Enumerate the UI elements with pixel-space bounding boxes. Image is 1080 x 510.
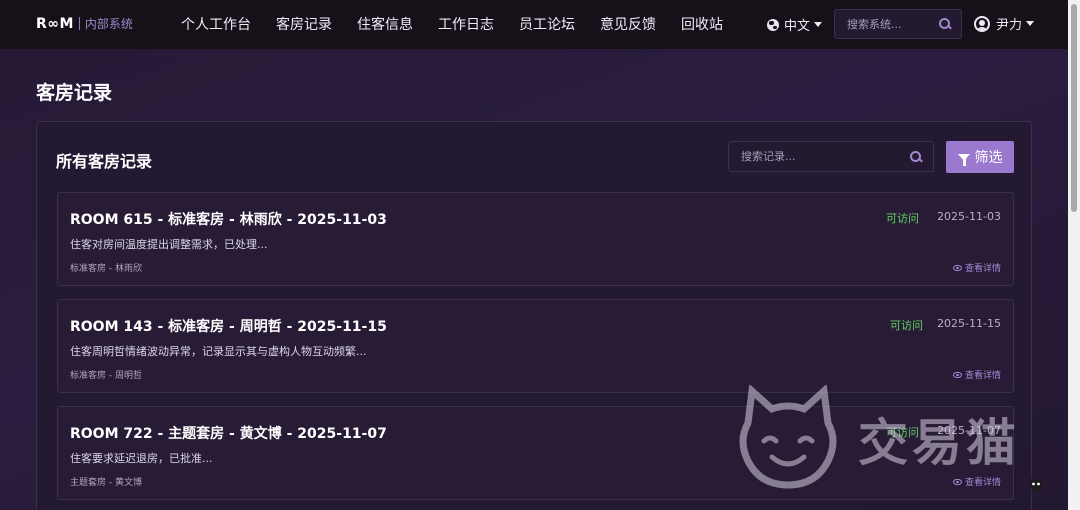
record-date: 2025-11-03 (937, 210, 1001, 223)
chevron-down-icon (1026, 21, 1035, 26)
logo-subtitle: 内部系统 (84, 17, 133, 31)
cat-logo-icon (739, 383, 837, 489)
filter-icon (957, 153, 970, 166)
watermark: 交易猫 (728, 383, 1068, 495)
record-date: 2025-11-15 (937, 317, 1001, 330)
record-title: ROOM 722 - 主题套房 - 黄文博 - 2025-11-07 (70, 426, 387, 442)
language-selector[interactable]: 中文 (767, 15, 823, 34)
watermark-text: 交易猫 (858, 414, 1020, 472)
nav-item-room-records[interactable]: 客房记录 (276, 14, 332, 34)
page-scrollbar[interactable] (1068, 0, 1080, 510)
view-details-link[interactable]: 查看详情 (952, 261, 1001, 274)
logo-mark: R∞M (36, 15, 74, 32)
records-search-input[interactable] (729, 142, 933, 171)
record-title: ROOM 143 - 标准客房 - 周明哲 - 2025-11-15 (70, 319, 387, 335)
language-label: 中文 (784, 19, 811, 34)
system-search (834, 9, 962, 39)
scrollbar-thumb[interactable] (1071, 4, 1077, 212)
record-card[interactable]: ROOM 143 - 标准客房 - 周明哲 - 2025-11-15 可访问 2… (57, 299, 1014, 393)
records-search (728, 141, 934, 172)
record-title: ROOM 615 - 标准客房 - 林雨欣 - 2025-11-03 (70, 212, 387, 228)
user-name: 尹力 (996, 18, 1023, 33)
page-title: 客房记录 (36, 82, 113, 104)
nav-item-work-log[interactable]: 工作日志 (438, 14, 494, 34)
record-meta: 标准客房 - 林雨欣 (70, 264, 142, 274)
record-card[interactable]: ROOM 615 - 标准客房 - 林雨欣 - 2025-11-03 可访问 2… (57, 192, 1014, 286)
nav-item-workspace[interactable]: 个人工作台 (181, 14, 251, 34)
globe-icon (767, 18, 779, 31)
record-meta: 主题套房 - 黄文博 (70, 478, 142, 488)
status-badge: 可访问 (890, 319, 923, 332)
filter-label: 筛选 (974, 150, 1003, 166)
top-navbar: R∞M 内部系统 个人工作台 客房记录 住客信息 工作日志 员工论坛 意见反馈 … (0, 0, 1068, 49)
bug-icon[interactable] (1026, 474, 1046, 494)
main-nav: 个人工作台 客房记录 住客信息 工作日志 员工论坛 意见反馈 回收站 (181, 14, 748, 34)
nav-item-recycle-bin[interactable]: 回收站 (681, 14, 723, 34)
search-icon[interactable] (910, 151, 922, 163)
view-details-label: 查看详情 (964, 371, 1001, 381)
view-details-link[interactable]: 查看详情 (952, 368, 1001, 381)
search-icon[interactable] (939, 18, 951, 30)
nav-item-staff-forum[interactable]: 员工论坛 (519, 14, 575, 34)
nav-item-feedback[interactable]: 意见反馈 (600, 14, 656, 34)
view-details-label: 查看详情 (964, 264, 1001, 274)
record-description: 住客对房间温度提出调整需求，已处理... (70, 238, 268, 251)
eye-icon (952, 371, 962, 378)
status-badge: 可访问 (886, 212, 919, 225)
chevron-down-icon (814, 22, 823, 27)
nav-item-guest-info[interactable]: 住客信息 (357, 14, 413, 34)
record-description: 住客要求延迟退房，已批准... (70, 452, 213, 465)
eye-icon (952, 264, 962, 271)
record-meta: 标准客房 - 周明哲 (70, 371, 142, 381)
user-avatar-icon (974, 15, 990, 32)
user-menu[interactable]: 尹力 (974, 14, 1035, 33)
panel-title: 所有客房记录 (56, 152, 153, 171)
logo-divider (78, 17, 80, 30)
logo[interactable]: R∞M 内部系统 (36, 15, 133, 32)
filter-button[interactable]: 筛选 (946, 141, 1014, 173)
record-description: 住客周明哲情绪波动异常，记录显示其与虚构人物互动频繁... (70, 345, 367, 358)
